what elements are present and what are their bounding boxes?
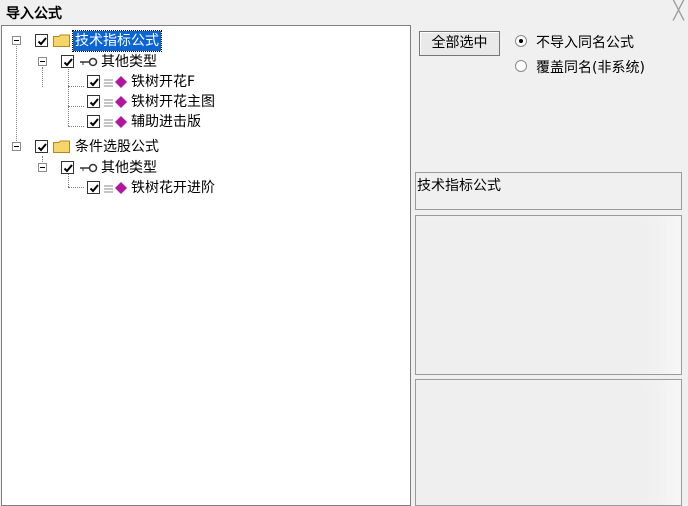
formula-icon: [104, 182, 127, 194]
radio-no-import[interactable]: [515, 35, 527, 47]
tree-node-label: 其他类型: [101, 54, 157, 70]
description-panel: [415, 215, 682, 375]
info-panel-title: 技术指标公式: [417, 178, 501, 194]
folder-icon: [53, 34, 70, 47]
radio-no-import-label[interactable]: 不导入同名公式: [536, 32, 634, 52]
tree-node-label: 其他类型: [101, 160, 157, 176]
checkbox-checked-icon[interactable]: [87, 115, 100, 128]
tree-node-formula[interactable]: 铁树开花F: [2, 72, 402, 92]
tree-node-label: 技术指标公式: [72, 30, 162, 52]
collapse-icon[interactable]: [12, 36, 21, 45]
close-icon[interactable]: ╳: [673, 1, 684, 21]
tree-node-label: 铁树开花主图: [131, 94, 215, 110]
tree-node-indicator-formulas[interactable]: 技术指标公式: [2, 30, 402, 52]
formula-icon: [104, 96, 127, 108]
tree-node-other-types[interactable]: 其他类型: [2, 52, 402, 72]
collapse-icon[interactable]: [38, 57, 47, 66]
formula-icon: [104, 76, 127, 88]
tree-node-label: 铁树开花F: [131, 74, 196, 90]
detail-panel: [415, 379, 682, 506]
formula-tree[interactable]: 技术指标公式 其他类型 铁树开花F 铁树开花主图 辅助进击版 条件选股公式 其他…: [1, 25, 411, 506]
tree-node-formula[interactable]: 辅助进击版: [2, 112, 402, 132]
checkbox-checked-icon[interactable]: [61, 55, 74, 68]
info-panel-header: 技术指标公式: [415, 172, 682, 210]
checkbox-checked-icon[interactable]: [61, 161, 74, 174]
tree-node-label: 铁树花开进阶: [131, 180, 215, 196]
checkbox-checked-icon[interactable]: [87, 181, 100, 194]
formula-icon: [104, 116, 127, 128]
key-icon: [80, 57, 98, 67]
key-icon: [80, 163, 98, 173]
radio-overwrite-label[interactable]: 覆盖同名(非系统): [536, 57, 645, 77]
window-title: 导入公式: [6, 6, 62, 22]
select-all-button[interactable]: 全部选中: [419, 31, 500, 56]
checkbox-checked-icon[interactable]: [87, 95, 100, 108]
folder-icon: [53, 140, 70, 153]
tree-node-other-types[interactable]: 其他类型: [2, 158, 402, 178]
tree-node-label: 辅助进击版: [131, 114, 201, 130]
title-bar: 导入公式 ╳: [0, 0, 688, 24]
tree-node-formula[interactable]: 铁树花开进阶: [2, 178, 402, 198]
tree-node-screening-formulas[interactable]: 条件选股公式: [2, 137, 402, 157]
tree-node-formula[interactable]: 铁树开花主图: [2, 92, 402, 112]
tree-node-label: 条件选股公式: [75, 139, 159, 155]
collapse-icon[interactable]: [12, 142, 21, 151]
collapse-icon[interactable]: [38, 163, 47, 172]
checkbox-checked-icon[interactable]: [87, 75, 100, 88]
checkbox-checked-icon[interactable]: [35, 140, 48, 153]
radio-overwrite[interactable]: [515, 60, 527, 72]
checkbox-checked-icon[interactable]: [35, 34, 48, 47]
window-edge: [682, 25, 688, 506]
